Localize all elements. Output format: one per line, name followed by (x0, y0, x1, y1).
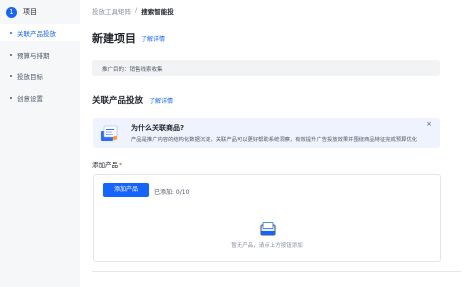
add-product-label-text: 添加产品 (92, 161, 118, 169)
info-description: 产品是推广内容的结构化数据沉淀，关联产品可以更好帮助系统洞察，有效提升广告投放效… (131, 137, 418, 143)
add-product-button[interactable]: 添加产品 (103, 183, 149, 197)
bullet-dot-icon (10, 74, 12, 77)
breadcrumb-separator: / (135, 6, 138, 14)
breadcrumb: 投放工具矩阵 / 搜索智能投 (92, 6, 174, 16)
step-number-badge: 1 (6, 6, 17, 18)
main-content: 投放工具矩阵 / 搜索智能投 新建项目 了解详情 推广目的：销售线索收集 关联产… (80, 0, 473, 287)
empty-box-icon (260, 222, 276, 236)
sidebar-item-label: 关联产品投放 (17, 29, 56, 38)
close-icon[interactable]: × (426, 121, 432, 128)
bullet-dot-icon (10, 96, 12, 99)
page-title: 新建项目 (92, 32, 136, 45)
sidebar-item-label: 投放目标 (17, 72, 43, 81)
info-title: 为什么关联商品? (131, 124, 185, 132)
empty-state-text: 暂无产品，请点上方按钮添加 (231, 243, 303, 249)
section-learn-more-link[interactable]: 了解详情 (149, 96, 173, 105)
info-illustration-icon (101, 125, 118, 141)
sidebar-item-label: 创意设置 (17, 94, 43, 103)
sidebar-item-budget-schedule[interactable]: 预算与排期 (0, 46, 80, 63)
sidebar-item-creative[interactable]: 创意设置 (0, 89, 80, 106)
added-count: 已添加: 0/10 (154, 189, 190, 196)
divider (92, 271, 461, 272)
info-card: 为什么关联商品? 产品是推广内容的结构化数据沉淀，关联产品可以更好帮助系统洞察，… (93, 118, 440, 148)
product-add-box: 添加产品 已添加: 0/10 暂无产品，请点上方按钮添加 (93, 174, 441, 262)
add-product-label: 添加产品* (92, 159, 122, 169)
breadcrumb-parent[interactable]: 投放工具矩阵 (92, 6, 131, 16)
promotion-purpose-text: 推广目的：销售线索收集 (102, 67, 163, 73)
sidebar: 1 项目 关联产品投放 预算与排期 投放目标 创意设置 (0, 0, 80, 287)
sidebar-item-targeting[interactable]: 投放目标 (0, 67, 80, 84)
promotion-purpose-box: 推广目的：销售线索收集 (92, 60, 440, 76)
sidebar-item-label: 预算与排期 (17, 51, 50, 60)
required-mark: * (119, 161, 123, 169)
breadcrumb-current: 搜索智能投 (141, 8, 174, 16)
learn-more-link[interactable]: 了解详情 (141, 34, 165, 43)
sidebar-item-related-products[interactable]: 关联产品投放 (0, 24, 80, 41)
step-header: 1 项目 (6, 6, 37, 18)
bullet-dot-icon (10, 53, 12, 56)
bullet-dot-icon (10, 31, 12, 34)
section-title: 关联产品投放 (92, 96, 144, 106)
step-title: 项目 (23, 8, 37, 16)
